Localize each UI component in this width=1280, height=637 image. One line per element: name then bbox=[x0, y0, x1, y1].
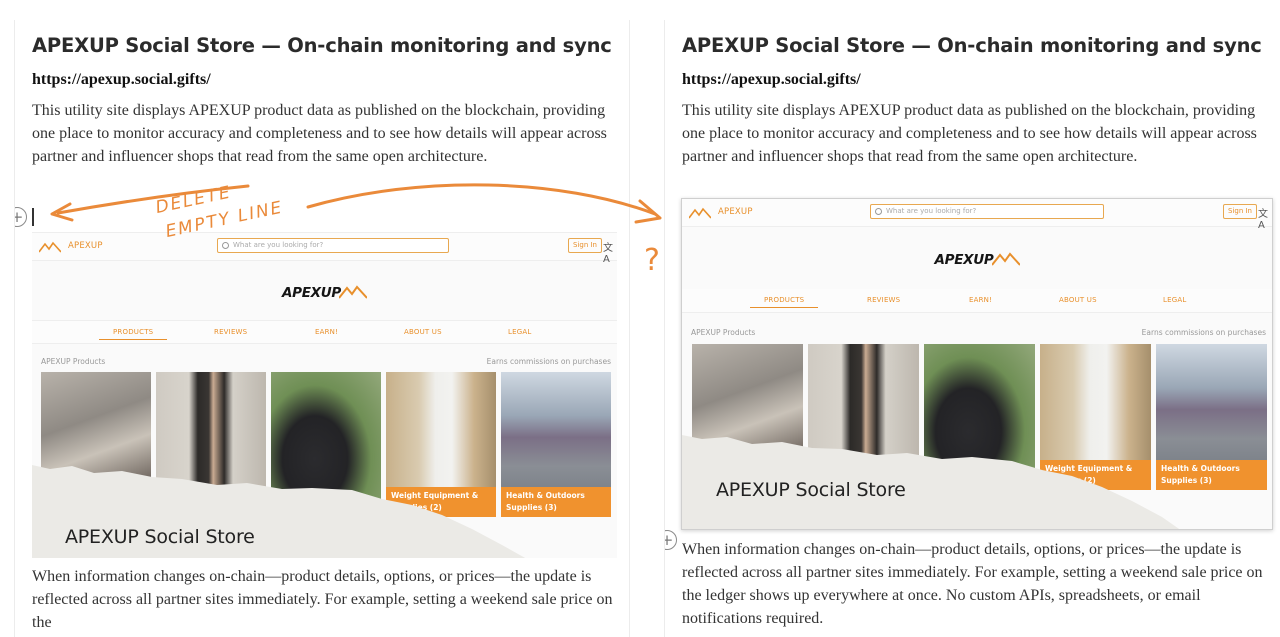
annotation-question: ? bbox=[644, 243, 662, 278]
document-url[interactable]: https://apexup.social.gifts/ bbox=[32, 71, 211, 89]
add-block-icon[interactable]: + bbox=[665, 530, 677, 550]
document-pane-after: APEXUP Social Store — On-chain monitorin… bbox=[664, 20, 1280, 637]
document-title: APEXUP Social Store — On-chain monitorin… bbox=[682, 34, 1262, 57]
document-title: APEXUP Social Store — On-chain monitorin… bbox=[32, 34, 612, 57]
torn-store-label: APEXUP Social Store bbox=[65, 526, 255, 548]
sync-paragraph: When information changes on-chain—produc… bbox=[682, 541, 1263, 627]
document-url[interactable]: https://apexup.social.gifts/ bbox=[682, 71, 861, 89]
intro-paragraph: This utility site displays APEXUP produc… bbox=[32, 102, 607, 165]
text-cursor bbox=[32, 208, 34, 226]
torn-paper-overlay bbox=[32, 465, 526, 558]
document-pane-before: APEXUP Social Store — On-chain monitorin… bbox=[14, 20, 630, 637]
add-block-icon[interactable]: + bbox=[15, 207, 27, 227]
intro-paragraph: This utility site displays APEXUP produc… bbox=[682, 102, 1257, 165]
arrowhead-right bbox=[634, 199, 662, 224]
store-screenshot: APEXUP What are you looking for? Sign In… bbox=[681, 198, 1273, 530]
torn-store-label: APEXUP Social Store bbox=[716, 479, 906, 501]
sync-paragraph: When information changes on-chain—produc… bbox=[32, 568, 613, 631]
store-screenshot: APEXUP What are you looking for? Sign In… bbox=[32, 232, 617, 558]
